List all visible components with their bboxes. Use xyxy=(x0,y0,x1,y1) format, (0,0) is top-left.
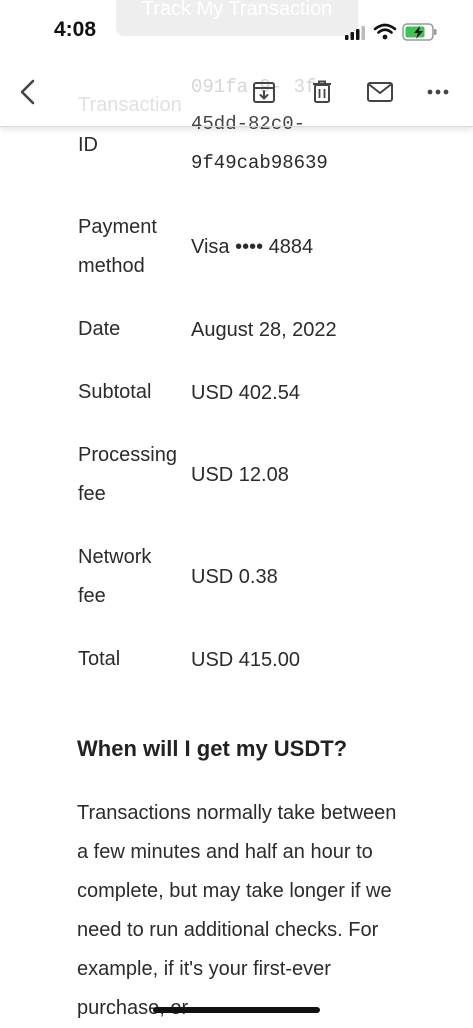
cellular-signal-icon xyxy=(345,26,365,40)
payment-method-label-line-1: Payment xyxy=(78,216,157,238)
subtotal-label: Subtotal xyxy=(78,381,152,403)
track-transaction-button: Track My Transaction xyxy=(116,0,358,36)
network-fee-label-line-2: fee xyxy=(78,585,106,607)
transaction-id-line-3: 9f49cab98639 xyxy=(191,152,328,174)
faq-heading: When will I get my USDT? xyxy=(77,736,348,761)
processing-fee-label-line-1: Processing xyxy=(78,444,177,466)
total-value: USD 415.00 xyxy=(191,649,300,671)
battery-charging-icon xyxy=(402,23,437,41)
status-time: 4:08 xyxy=(54,18,97,41)
network-fee-label-line-1: Network xyxy=(78,546,152,568)
subtotal-value: USD 402.54 xyxy=(191,382,300,404)
network-fee-value: USD 0.38 xyxy=(191,566,278,588)
archive-icon[interactable] xyxy=(248,76,280,108)
transaction-id-label: ID xyxy=(78,134,98,156)
back-icon[interactable] xyxy=(12,76,44,108)
wifi-icon xyxy=(373,23,397,40)
more-icon[interactable] xyxy=(422,76,454,108)
processing-fee-label-line-2: fee xyxy=(78,483,106,505)
date-value: August 28, 2022 xyxy=(191,319,337,341)
email-toolbar xyxy=(0,62,473,127)
total-label: Total xyxy=(78,648,121,670)
processing-fee-value: USD 12.08 xyxy=(191,464,289,486)
payment-method-value: Visa •••• 4884 xyxy=(191,236,314,258)
trash-icon[interactable] xyxy=(306,76,338,108)
status-icons xyxy=(343,20,443,44)
status-bar: Track My Transaction 4:08 xyxy=(0,0,473,62)
home-indicator[interactable] xyxy=(153,1007,320,1013)
date-label: Date xyxy=(78,318,121,340)
faq-paragraph: Transactions normally take between a few… xyxy=(77,802,397,1019)
payment-method-label-line-2: method xyxy=(78,255,145,277)
mail-icon[interactable] xyxy=(364,76,396,108)
